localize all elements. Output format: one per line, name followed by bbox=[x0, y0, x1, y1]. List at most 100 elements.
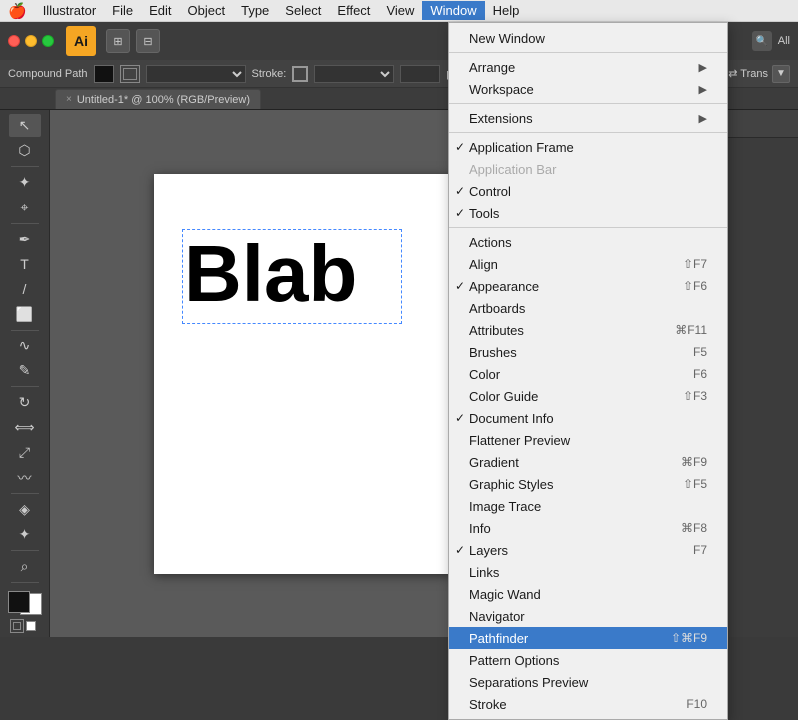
minimize-button[interactable] bbox=[25, 35, 37, 47]
menu-item-application-frame[interactable]: ✓Application Frame bbox=[449, 136, 727, 158]
menu-item-info[interactable]: Info⌘F8 bbox=[449, 517, 727, 539]
tab-close-icon[interactable]: × bbox=[66, 94, 72, 105]
shortcut-label: ⌘F9 bbox=[681, 455, 707, 469]
menu-item-arrange[interactable]: Arrange ▶ bbox=[449, 56, 727, 78]
stroke-fill-icons bbox=[10, 619, 40, 633]
menu-item-document-info[interactable]: ✓Document Info bbox=[449, 407, 727, 429]
document-tab[interactable]: × Untitled-1* @ 100% (RGB/Preview) bbox=[55, 89, 261, 109]
menu-item-brushes[interactable]: BrushesF5 bbox=[449, 341, 727, 363]
eyedropper-tool[interactable]: ✦ bbox=[9, 523, 41, 546]
menu-file[interactable]: File bbox=[104, 1, 141, 20]
menu-item-application-bar[interactable]: Application Bar bbox=[449, 158, 727, 180]
menu-item-control[interactable]: ✓Control bbox=[449, 180, 727, 202]
menu-item-label: Arrange bbox=[469, 60, 515, 75]
stroke-select[interactable] bbox=[314, 65, 394, 83]
menu-item-flattener-preview[interactable]: Flattener Preview bbox=[449, 429, 727, 451]
menu-item-tools[interactable]: ✓Tools bbox=[449, 202, 727, 224]
menu-item-color-guide[interactable]: Color Guide⇧F3 bbox=[449, 385, 727, 407]
panel-toggle[interactable]: ▼ bbox=[772, 65, 790, 83]
shortcut-label: ⇧F6 bbox=[683, 279, 707, 293]
menu-item-label: Flattener Preview bbox=[469, 433, 570, 448]
rotate-tool[interactable]: ↻ bbox=[9, 391, 41, 414]
menu-view[interactable]: View bbox=[378, 1, 422, 20]
scale-tool[interactable]: ⤢ bbox=[9, 441, 41, 464]
menu-item-stroke[interactable]: StrokeF10 bbox=[449, 693, 727, 715]
zoom-tool[interactable]: ⌕ bbox=[9, 555, 41, 578]
search-btn[interactable]: 🔍 bbox=[752, 31, 772, 51]
mirror-tool[interactable]: ⟺ bbox=[9, 416, 41, 439]
menu-item-layers[interactable]: ✓LayersF7 bbox=[449, 539, 727, 561]
menu-item-workspace[interactable]: Workspace▶ bbox=[449, 78, 727, 100]
artboard: Blab bbox=[154, 174, 454, 574]
warp-tool[interactable]: 〰 bbox=[9, 466, 41, 489]
magic-wand-tool[interactable]: ✦ bbox=[9, 171, 41, 194]
menu-separator bbox=[449, 132, 727, 133]
stroke-weight-input[interactable] bbox=[400, 65, 440, 83]
transform-label: ⇄ Trans bbox=[728, 67, 768, 80]
menu-item-color[interactable]: ColorF6 bbox=[449, 363, 727, 385]
menu-item-align[interactable]: Align⇧F7 bbox=[449, 253, 727, 275]
menu-help[interactable]: Help bbox=[485, 1, 528, 20]
pen-tool[interactable]: ✒ bbox=[9, 228, 41, 251]
menu-item-label: Artboards bbox=[469, 301, 525, 316]
text-tool[interactable]: T bbox=[9, 253, 41, 276]
menu-illustrator[interactable]: Illustrator bbox=[35, 1, 104, 20]
shortcut-label: ⌘F11 bbox=[675, 323, 707, 337]
lasso-tool[interactable]: ⌖ bbox=[9, 196, 41, 219]
menu-item-gradient[interactable]: Gradient⌘F9 bbox=[449, 451, 727, 473]
menu-item-label: Image Trace bbox=[469, 499, 541, 514]
path-select[interactable] bbox=[146, 65, 246, 83]
menu-edit[interactable]: Edit bbox=[141, 1, 179, 20]
color-boxes[interactable] bbox=[8, 591, 42, 616]
stroke-swatch[interactable] bbox=[292, 66, 308, 82]
menu-item-extensions[interactable]: Extensions▶ bbox=[449, 107, 727, 129]
paintbrush-tool[interactable]: ∿ bbox=[9, 334, 41, 357]
menu-item-label: Document Info bbox=[469, 411, 554, 426]
menu-window[interactable]: Window bbox=[422, 1, 484, 20]
close-button[interactable] bbox=[8, 35, 20, 47]
menu-item-image-trace[interactable]: Image Trace bbox=[449, 495, 727, 517]
menu-item-magic-wand[interactable]: Magic Wand bbox=[449, 583, 727, 605]
pencil-tool[interactable]: ✎ bbox=[9, 359, 41, 382]
menu-item-label: New Window bbox=[469, 31, 545, 46]
selection-tool[interactable]: ↖ bbox=[9, 114, 41, 137]
menu-item-appearance[interactable]: ✓Appearance⇧F6 bbox=[449, 275, 727, 297]
menu-effect[interactable]: Effect bbox=[329, 1, 378, 20]
blend-tool[interactable]: ◈ bbox=[9, 498, 41, 521]
menu-item-navigator[interactable]: Navigator bbox=[449, 605, 727, 627]
fill-color-swatch[interactable] bbox=[94, 65, 114, 83]
line-tool[interactable]: / bbox=[9, 278, 41, 301]
menu-item-actions[interactable]: Actions bbox=[449, 231, 727, 253]
menu-item-graphic-styles[interactable]: Graphic Styles⇧F5 bbox=[449, 473, 727, 495]
rectangle-tool[interactable]: ⬜ bbox=[9, 303, 41, 326]
menu-item-artboards[interactable]: Artboards bbox=[449, 297, 727, 319]
stroke-icon[interactable] bbox=[10, 619, 24, 633]
menu-object[interactable]: Object bbox=[180, 1, 234, 20]
menu-item-attributes[interactable]: Attributes⌘F11 bbox=[449, 319, 727, 341]
fill-none-icon[interactable] bbox=[26, 621, 36, 631]
menu-type[interactable]: Type bbox=[233, 1, 277, 20]
shortcut-label: F7 bbox=[693, 543, 707, 557]
menu-item-links[interactable]: Links bbox=[449, 561, 727, 583]
apple-menu[interactable]: 🍎 bbox=[0, 0, 35, 22]
arrange-icon[interactable]: ⊞ bbox=[106, 29, 130, 53]
tool-divider-4 bbox=[11, 386, 39, 387]
tool-divider-5 bbox=[11, 493, 39, 494]
toolbar-left: ↖ ⬡ ✦ ⌖ ✒ T / ⬜ ∿ ✎ ↻ ⟺ ⤢ 〰 ◈ ✦ ⌕ bbox=[0, 110, 50, 637]
maximize-button[interactable] bbox=[42, 35, 54, 47]
menu-item-label: Application Bar bbox=[469, 162, 556, 177]
menu-item-pathfinder[interactable]: Pathfinder⇧⌘F9 bbox=[449, 627, 727, 649]
path-label: Compound Path bbox=[8, 68, 88, 80]
workspace-icon[interactable]: ⊟ bbox=[136, 29, 160, 53]
menu-item-separations-preview[interactable]: Separations Preview bbox=[449, 671, 727, 693]
submenu-arrow-icon: ▶ bbox=[699, 61, 707, 74]
tool-divider-2 bbox=[11, 223, 39, 224]
menu-item-pattern-options[interactable]: Pattern Options bbox=[449, 649, 727, 671]
foreground-color[interactable] bbox=[8, 591, 30, 613]
menu-item-new-window[interactable]: New Window bbox=[449, 27, 727, 49]
stroke-color-swatch[interactable] bbox=[120, 65, 140, 83]
menu-select[interactable]: Select bbox=[277, 1, 329, 20]
direct-selection-tool[interactable]: ⬡ bbox=[9, 139, 41, 162]
checkmark-icon: ✓ bbox=[455, 140, 465, 154]
menu-item-label: Layers bbox=[469, 543, 508, 558]
